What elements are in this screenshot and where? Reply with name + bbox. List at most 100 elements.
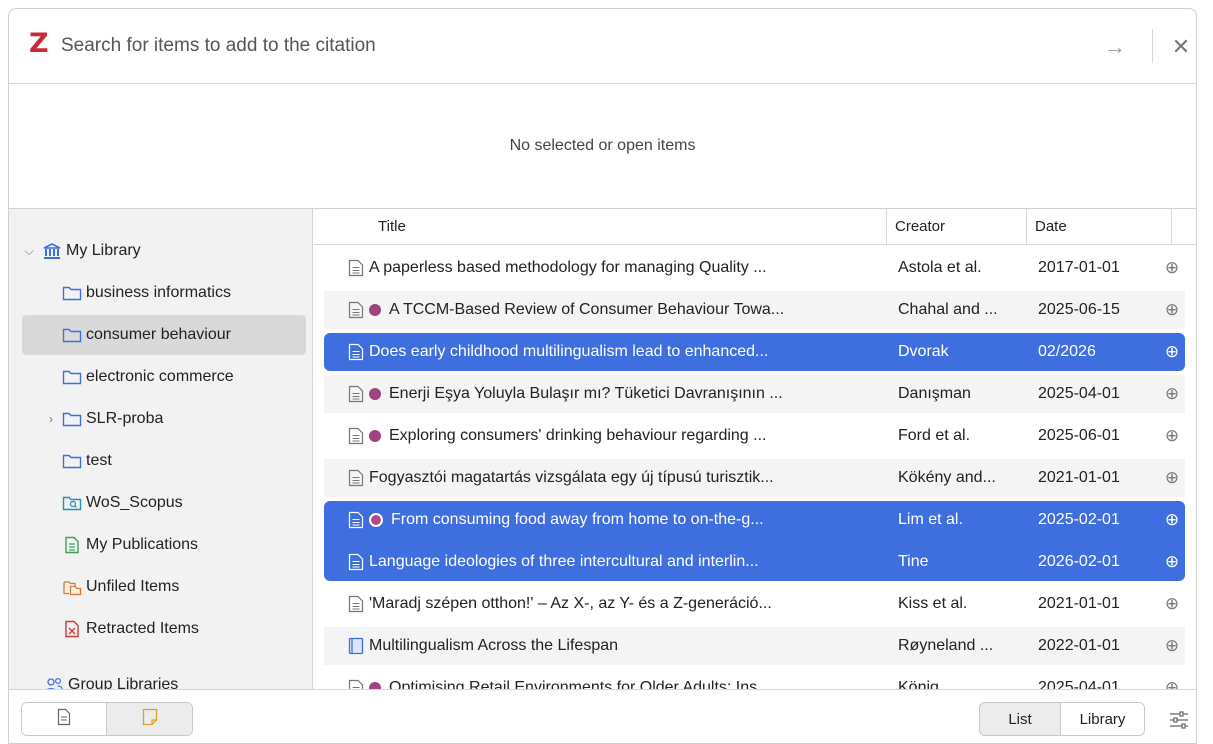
add-item-plus-icon[interactable]: ⊕ — [1162, 627, 1182, 665]
sidebar-item-my-publications[interactable]: My Publications — [22, 525, 306, 565]
add-item-plus-icon[interactable]: ⊕ — [1162, 291, 1182, 329]
chevron-right-icon[interactable]: › — [44, 412, 58, 426]
table-row[interactable]: Fogyasztói magatartás vizsgálata egy új … — [324, 459, 1185, 497]
item-creator: Røyneland ... — [898, 637, 994, 654]
close-icon[interactable]: ✕ — [1167, 33, 1195, 61]
sidebar-item-test[interactable]: test — [22, 441, 306, 481]
item-title: A TCCM-Based Review of Consumer Behaviou… — [369, 291, 884, 329]
column-header-title[interactable]: Title — [370, 209, 886, 245]
table-row[interactable]: A paperless based methodology for managi… — [324, 249, 1185, 287]
add-item-plus-icon[interactable]: ⊕ — [1162, 585, 1182, 623]
column-header-date[interactable]: Date — [1026, 209, 1171, 245]
item-title: Enerji Eşya Yoluyla Bulaşır mı? Tüketici… — [369, 375, 884, 413]
sidebar-item-retracted-items[interactable]: Retracted Items — [22, 609, 306, 649]
document-icon — [57, 708, 71, 730]
document-icon — [348, 501, 366, 539]
item-date: 2025-04-01 — [1038, 679, 1120, 689]
add-item-plus-icon[interactable]: ⊕ — [1162, 669, 1182, 689]
table-row[interactable]: Optimising Retail Environments for Older… — [324, 669, 1185, 689]
zotero-logo: Z — [29, 28, 49, 59]
mode-toggle: List Library — [979, 702, 1145, 736]
library-mode-button[interactable]: Library — [1061, 703, 1144, 735]
sidebar-item-label: Retracted Items — [86, 620, 199, 637]
folder-icon — [62, 284, 82, 302]
collections-sidebar: ⌵ My Library business informatics consum… — [9, 209, 313, 689]
add-item-plus-icon[interactable]: ⊕ — [1162, 501, 1182, 539]
item-date: 2025-06-01 — [1038, 427, 1120, 444]
item-title-text: A TCCM-Based Review of Consumer Behaviou… — [389, 301, 785, 318]
folder-icon — [62, 368, 82, 386]
sidebar-item-label: Group Libraries — [68, 676, 179, 689]
sidebar-item-group-libraries[interactable]: Group Libraries — [22, 665, 306, 689]
citation-dialog: Z → ✕ No selected or open items ⌵ My Lib… — [8, 8, 1197, 744]
table-row[interactable]: Language ideologies of three intercultur… — [324, 543, 1185, 581]
list-mode-button[interactable]: List — [980, 703, 1062, 735]
document-icon — [348, 375, 366, 413]
column-header-creator[interactable]: Creator — [886, 209, 1026, 245]
item-date: 2022-01-01 — [1038, 637, 1120, 654]
go-arrow-icon[interactable]: → — [1101, 33, 1129, 61]
add-item-plus-icon[interactable]: ⊕ — [1162, 417, 1182, 455]
note-icon — [142, 708, 158, 730]
document-icon — [348, 543, 366, 581]
item-title-text: Enerji Eşya Yoluyla Bulaşır mı? Tüketici… — [389, 385, 783, 402]
items-table: Title Creator Date A paperless based met… — [314, 209, 1196, 689]
table-row[interactable]: Enerji Eşya Yoluyla Bulaşır mı? Tüketici… — [324, 375, 1185, 413]
sidebar-item-label: business informatics — [86, 284, 231, 301]
sidebar-item-electronic-commerce[interactable]: electronic commerce — [22, 357, 306, 397]
table-row[interactable]: A TCCM-Based Review of Consumer Behaviou… — [324, 291, 1185, 329]
add-item-plus-icon[interactable]: ⊕ — [1162, 333, 1182, 371]
notes-view-button[interactable] — [22, 703, 107, 735]
item-title: Language ideologies of three intercultur… — [369, 543, 884, 581]
table-row[interactable]: Exploring consumers' drinking behaviour … — [324, 417, 1185, 455]
settings-sliders-icon[interactable] — [1167, 708, 1191, 732]
item-creator: Ford et al. — [898, 427, 971, 444]
item-title: Exploring consumers' drinking behaviour … — [369, 417, 884, 455]
document-icon — [348, 459, 366, 497]
search-bar: Z → ✕ — [9, 9, 1196, 83]
item-title: Does early childhood multilingualism lea… — [369, 333, 884, 371]
add-item-plus-icon[interactable]: ⊕ — [1162, 249, 1182, 287]
item-title-text: Optimising Retail Environments for Older… — [389, 679, 771, 689]
item-creator: Dvorak — [898, 343, 949, 360]
sidebar-item-wos-scopus[interactable]: WoS_Scopus — [22, 483, 306, 523]
sidebar-item-consumer-behaviour[interactable]: consumer behaviour — [22, 315, 306, 355]
item-date: 2025-04-01 — [1038, 385, 1120, 402]
item-title-text: From consuming food away from home to on… — [391, 511, 764, 528]
add-item-plus-icon[interactable]: ⊕ — [1162, 543, 1182, 581]
sidebar-item-slr-proba[interactable]: › SLR-proba — [22, 399, 306, 439]
search-input[interactable] — [61, 31, 961, 61]
item-date: 02/2026 — [1038, 343, 1096, 360]
folder-icon — [62, 452, 82, 470]
table-row[interactable]: Does early childhood multilingualism lea… — [324, 333, 1185, 371]
tag-color-dot-icon — [369, 430, 381, 442]
item-title: From consuming food away from home to on… — [369, 501, 884, 539]
document-icon — [348, 249, 366, 287]
item-date: 2025-02-01 — [1038, 511, 1120, 528]
note-view-button[interactable] — [107, 703, 192, 735]
item-title: Fogyasztói magatartás vizsgálata egy új … — [369, 459, 884, 497]
sidebar-item-unfiled-items[interactable]: Unfiled Items — [22, 567, 306, 607]
add-item-plus-icon[interactable]: ⊕ — [1162, 375, 1182, 413]
sidebar-item-my-library[interactable]: ⌵ My Library — [22, 231, 306, 271]
chevron-down-icon[interactable]: ⌵ — [22, 244, 36, 259]
table-row[interactable]: Multilingualism Across the Lifespan Røyne… — [324, 627, 1185, 665]
item-title-text: 'Maradj szépen otthon!' – Az X-, az Y- é… — [369, 595, 772, 612]
sidebar-item-label: WoS_Scopus — [86, 494, 183, 511]
item-date: 2021-01-01 — [1038, 469, 1120, 486]
table-row[interactable]: 'Maradj szépen otthon!' – Az X-, az Y- é… — [324, 585, 1185, 623]
unfiled-icon — [62, 578, 82, 596]
item-date: 2021-01-01 — [1038, 595, 1120, 612]
table-row[interactable]: From consuming food away from home to on… — [324, 501, 1185, 543]
sidebar-item-label: Unfiled Items — [86, 578, 180, 595]
divider — [1152, 29, 1153, 63]
document-icon — [348, 585, 366, 623]
document-icon — [348, 291, 366, 329]
tag-color-dot-icon — [369, 388, 381, 400]
item-creator: Danışman — [898, 385, 971, 402]
sidebar-item-business-informatics[interactable]: business informatics — [22, 273, 306, 313]
add-item-plus-icon[interactable]: ⊕ — [1162, 459, 1182, 497]
item-title: 'Maradj szépen otthon!' – Az X-, az Y- é… — [369, 585, 884, 623]
item-creator: König — [898, 679, 939, 689]
view-toggle — [21, 702, 193, 736]
